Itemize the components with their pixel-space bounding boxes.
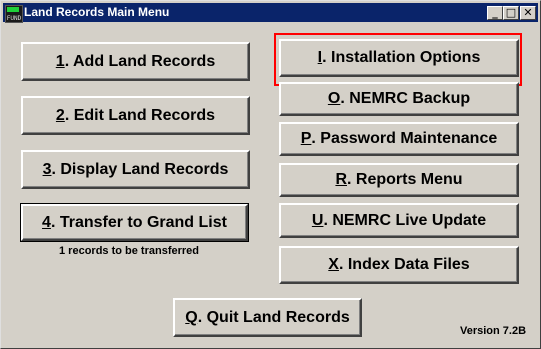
hotkey: P xyxy=(300,130,312,147)
minimize-button[interactable]: _ xyxy=(487,6,503,20)
icon-label: FUND xyxy=(6,15,22,22)
hotkey: 4 xyxy=(42,213,51,231)
button-label: . Transfer to Grand List xyxy=(50,213,227,231)
reports-menu-button[interactable]: R. Reports Menu xyxy=(279,163,519,197)
button-label: . Password Maintenance xyxy=(311,130,498,147)
display-land-records-button[interactable]: 3. Display Land Records xyxy=(21,150,250,189)
button-label: . Index Data Files xyxy=(338,256,470,273)
version-label: Version 7.2B xyxy=(460,325,527,337)
button-label: . Reports Menu xyxy=(347,171,463,188)
hotkey: 1 xyxy=(55,52,65,70)
quit-land-records-button[interactable]: Q. Quit Land Records xyxy=(173,298,362,337)
nemrc-backup-button[interactable]: O. NEMRC Backup xyxy=(279,82,519,116)
transfer-count-note: 1 records to be transferred xyxy=(59,245,199,257)
index-data-files-button[interactable]: X. Index Data Files xyxy=(279,246,519,284)
title-bar[interactable]: FUND Land Records Main Menu _ □ ✕ xyxy=(3,3,538,23)
maximize-button[interactable]: □ xyxy=(503,6,519,20)
fund-app-icon[interactable]: FUND xyxy=(5,5,23,23)
button-label: . NEMRC Live Update xyxy=(323,211,487,229)
window-title: Land Records Main Menu xyxy=(24,5,170,19)
button-label: . Add Land Records xyxy=(64,52,216,70)
hotkey: R xyxy=(335,171,347,188)
button-label: . Display Land Records xyxy=(51,160,229,178)
button-label: . Installation Options xyxy=(322,49,481,66)
icon-bar xyxy=(7,7,19,12)
hotkey: O xyxy=(327,90,341,107)
transfer-to-grand-list-button[interactable]: 4. Transfer to Grand List xyxy=(20,203,249,242)
nemrc-live-update-button[interactable]: U. NEMRC Live Update xyxy=(279,203,519,238)
hotkey: Q xyxy=(185,308,198,326)
button-label: . Edit Land Records xyxy=(64,106,216,124)
hotkey: 3 xyxy=(42,160,52,178)
hotkey: X xyxy=(328,256,339,273)
password-maintenance-button[interactable]: P. Password Maintenance xyxy=(279,122,519,156)
installation-options-button[interactable]: I. Installation Options xyxy=(279,39,519,77)
edit-land-records-button[interactable]: 2. Edit Land Records xyxy=(21,96,250,135)
button-label: . NEMRC Backup xyxy=(340,90,471,107)
hotkey: U xyxy=(311,211,324,229)
button-label: . Quit Land Records xyxy=(197,308,350,326)
add-land-records-button[interactable]: 1. Add Land Records xyxy=(21,42,250,81)
hotkey: 2 xyxy=(55,106,65,124)
close-button[interactable]: ✕ xyxy=(520,6,536,20)
